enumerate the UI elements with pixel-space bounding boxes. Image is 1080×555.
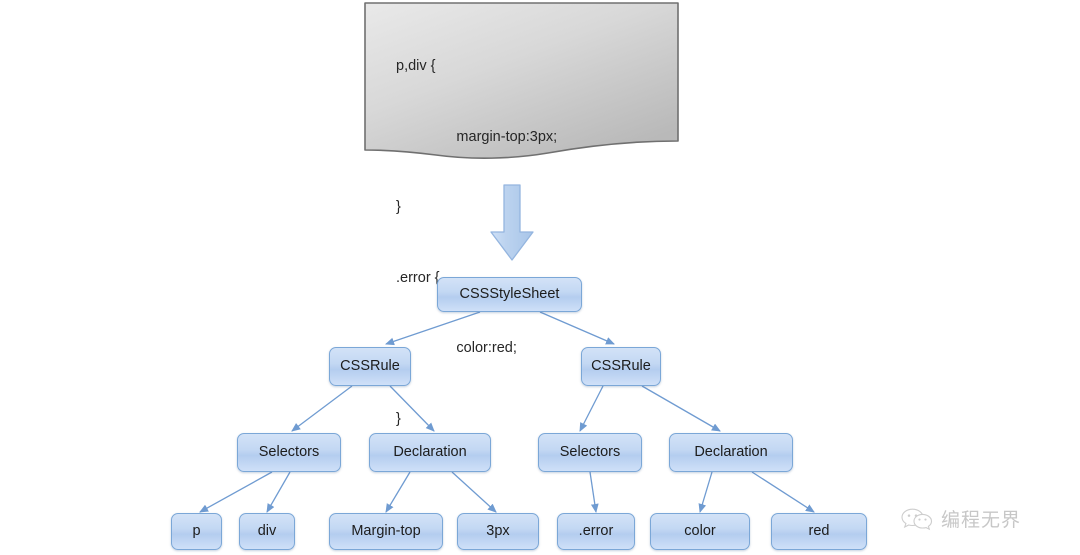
connector <box>698 471 713 513</box>
code-line: } <box>396 410 401 427</box>
css-source-paper: p,div { margin-top:3px; } .error { color… <box>362 0 682 427</box>
watermark-text: 编程无界 <box>941 510 1022 531</box>
node-label: 3px <box>486 522 510 539</box>
node-selectors-1[interactable]: Selectors <box>237 433 341 472</box>
connector <box>385 471 411 513</box>
node-selectors-2[interactable]: Selectors <box>538 433 642 472</box>
css-code-text: p,div { margin-top:3px; } .error { color… <box>362 0 682 427</box>
node-declaration-2[interactable]: Declaration <box>669 433 793 472</box>
connector <box>751 471 815 513</box>
node-label: Selectors <box>559 443 621 460</box>
node-cssrule-1[interactable]: CSSRule <box>329 347 411 386</box>
diagram-canvas: p,div { margin-top:3px; } .error { color… <box>0 0 1080 555</box>
connector <box>291 385 353 432</box>
wechat-icon <box>901 508 933 530</box>
node-label: div <box>257 522 277 539</box>
node-leaf-div[interactable]: div <box>239 513 295 550</box>
node-label: Declaration <box>393 443 467 460</box>
connector <box>199 471 273 513</box>
node-label: p <box>192 522 201 539</box>
node-cssstylesheet[interactable]: CSSStyleSheet <box>437 277 582 312</box>
node-label: CSSStyleSheet <box>459 285 560 302</box>
node-cssrule-2[interactable]: CSSRule <box>581 347 661 386</box>
downward-arrow-icon <box>490 184 534 261</box>
node-label: red <box>808 522 830 539</box>
node-declaration-1[interactable]: Declaration <box>369 433 491 472</box>
node-leaf-red[interactable]: red <box>771 513 867 550</box>
connector <box>589 471 599 514</box>
code-line: margin-top:3px; <box>396 128 558 145</box>
node-leaf-p[interactable]: p <box>171 513 222 550</box>
node-label: CSSRule <box>340 357 400 374</box>
watermark: 编程无界 <box>900 505 1021 532</box>
node-leaf-color[interactable]: color <box>650 513 750 550</box>
code-line: } <box>396 199 401 215</box>
connector <box>451 471 497 513</box>
node-leaf-3px[interactable]: 3px <box>457 513 539 550</box>
node-label: Margin-top <box>351 522 421 539</box>
connector <box>266 471 291 513</box>
node-label: CSSRule <box>591 357 651 374</box>
code-line: p,div { <box>396 58 436 74</box>
node-leaf-margin-top[interactable]: Margin-top <box>329 513 443 550</box>
node-label: color <box>684 522 716 539</box>
node-label: Selectors <box>258 443 320 460</box>
node-label: Declaration <box>694 443 768 460</box>
node-leaf-error[interactable]: .error <box>557 513 635 550</box>
node-label: .error <box>578 522 614 539</box>
